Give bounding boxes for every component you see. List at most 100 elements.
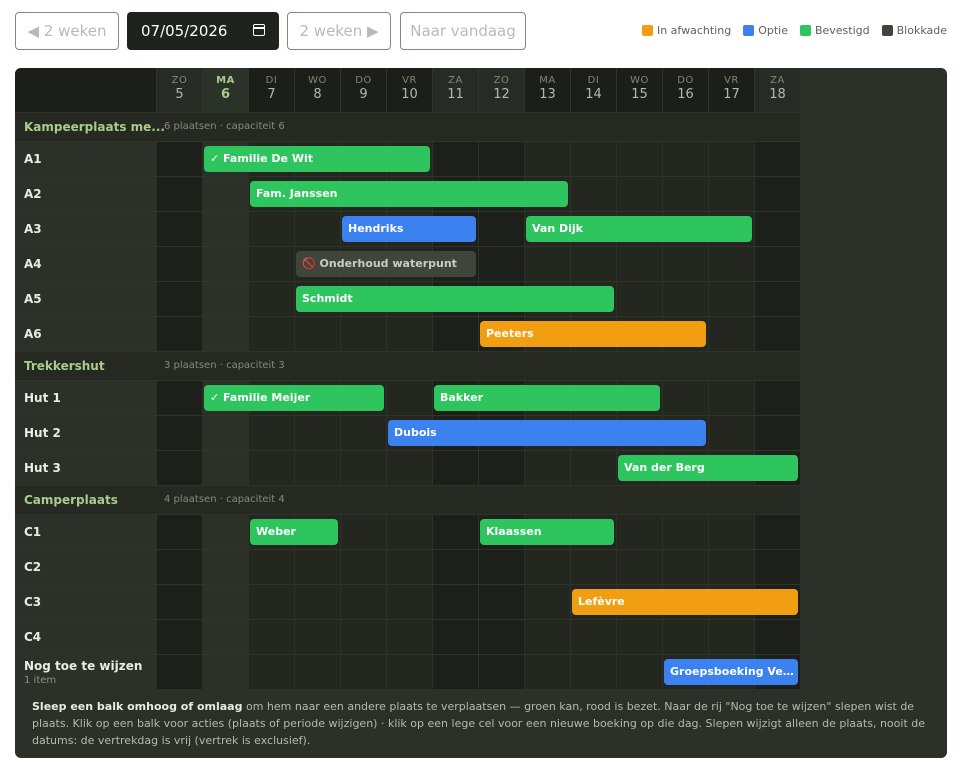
day-cell[interactable] [156, 620, 202, 654]
day-cell[interactable] [386, 451, 432, 485]
day-cell[interactable] [432, 451, 478, 485]
day-cell[interactable] [202, 317, 248, 351]
booking-bar[interactable]: Bakker [434, 385, 660, 411]
day-cell[interactable] [754, 381, 800, 415]
day-cell[interactable] [248, 247, 294, 281]
day-cell[interactable] [202, 655, 248, 689]
day-cell[interactable] [340, 451, 386, 485]
day-cell[interactable] [386, 317, 432, 351]
day-cell[interactable] [386, 550, 432, 584]
day-cell[interactable] [248, 451, 294, 485]
day-cell[interactable] [156, 282, 202, 316]
day-cell[interactable] [202, 416, 248, 450]
booking-bar[interactable]: Van Dijk [526, 216, 752, 242]
day-cell[interactable] [754, 177, 800, 211]
day-cell[interactable] [386, 381, 432, 415]
day-cell[interactable] [386, 585, 432, 619]
day-cell[interactable] [754, 515, 800, 549]
day-cell[interactable] [754, 317, 800, 351]
day-cell[interactable] [708, 142, 754, 176]
day-cell[interactable] [478, 585, 524, 619]
day-cell[interactable] [386, 515, 432, 549]
day-cell[interactable] [156, 515, 202, 549]
booking-bar[interactable]: Van der Berg [618, 455, 798, 481]
day-cell[interactable] [340, 317, 386, 351]
prev-two-weeks-button[interactable]: ◀ 2 weken [15, 12, 119, 50]
day-cell[interactable] [754, 550, 800, 584]
day-cell[interactable] [616, 247, 662, 281]
booking-bar[interactable]: Dubois [388, 420, 706, 446]
day-cell[interactable] [294, 655, 340, 689]
day-cell[interactable] [340, 655, 386, 689]
day-cell[interactable] [432, 550, 478, 584]
day-cell[interactable] [524, 585, 570, 619]
day-cell[interactable] [432, 655, 478, 689]
day-cell[interactable] [248, 655, 294, 689]
day-cell[interactable] [432, 585, 478, 619]
booking-bar[interactable]: ✓ Familie Meijer [204, 385, 384, 411]
day-cell[interactable] [570, 451, 616, 485]
day-cell[interactable] [340, 515, 386, 549]
day-cell[interactable] [754, 416, 800, 450]
day-cell[interactable] [662, 381, 708, 415]
day-cell[interactable] [202, 451, 248, 485]
booking-bar[interactable]: Peeters [480, 321, 706, 347]
day-cell[interactable] [570, 142, 616, 176]
day-cell[interactable] [754, 247, 800, 281]
day-cell[interactable] [754, 282, 800, 316]
day-cell[interactable] [570, 177, 616, 211]
day-cell[interactable] [248, 282, 294, 316]
day-cell[interactable] [708, 282, 754, 316]
day-cell[interactable] [156, 177, 202, 211]
day-cell[interactable] [570, 247, 616, 281]
booking-bar[interactable]: Weber [250, 519, 338, 545]
day-cell[interactable] [662, 247, 708, 281]
day-cell[interactable] [708, 620, 754, 654]
day-cell[interactable] [524, 620, 570, 654]
booking-bar[interactable]: Fam. Janssen [250, 181, 568, 207]
booking-bar[interactable]: Schmidt [296, 286, 614, 312]
day-cell[interactable] [432, 142, 478, 176]
day-cell[interactable] [478, 550, 524, 584]
day-cell[interactable] [248, 550, 294, 584]
day-cell[interactable] [524, 655, 570, 689]
day-cell[interactable] [616, 282, 662, 316]
day-cell[interactable] [202, 515, 248, 549]
day-cell[interactable] [708, 247, 754, 281]
day-cell[interactable] [202, 247, 248, 281]
day-cell[interactable] [754, 212, 800, 246]
day-cell[interactable] [662, 550, 708, 584]
day-cell[interactable] [156, 550, 202, 584]
day-cell[interactable] [294, 416, 340, 450]
day-cell[interactable] [156, 585, 202, 619]
day-cell[interactable] [202, 585, 248, 619]
day-cell[interactable] [340, 620, 386, 654]
day-cell[interactable] [294, 317, 340, 351]
day-cell[interactable] [432, 317, 478, 351]
day-cell[interactable] [524, 451, 570, 485]
next-two-weeks-button[interactable]: 2 weken ▶ [287, 12, 391, 50]
day-cell[interactable] [294, 212, 340, 246]
day-cell[interactable] [662, 177, 708, 211]
day-cell[interactable] [340, 416, 386, 450]
day-cell[interactable] [156, 317, 202, 351]
day-cell[interactable] [524, 550, 570, 584]
day-cell[interactable] [708, 177, 754, 211]
day-cell[interactable] [478, 212, 524, 246]
day-cell[interactable] [754, 142, 800, 176]
booking-bar[interactable]: Groepsboeking Verm... [664, 659, 798, 685]
day-cell[interactable] [570, 620, 616, 654]
day-cell[interactable] [478, 142, 524, 176]
day-cell[interactable] [616, 177, 662, 211]
day-cell[interactable] [662, 142, 708, 176]
booking-bar[interactable]: ✓ Familie De Wit [204, 146, 430, 172]
day-cell[interactable] [248, 212, 294, 246]
day-cell[interactable] [616, 550, 662, 584]
day-cell[interactable] [156, 247, 202, 281]
booking-bar[interactable]: Hendriks [342, 216, 476, 242]
day-cell[interactable] [202, 177, 248, 211]
booking-bar[interactable]: Klaassen [480, 519, 614, 545]
day-cell[interactable] [248, 585, 294, 619]
day-cell[interactable] [662, 620, 708, 654]
day-cell[interactable] [340, 550, 386, 584]
